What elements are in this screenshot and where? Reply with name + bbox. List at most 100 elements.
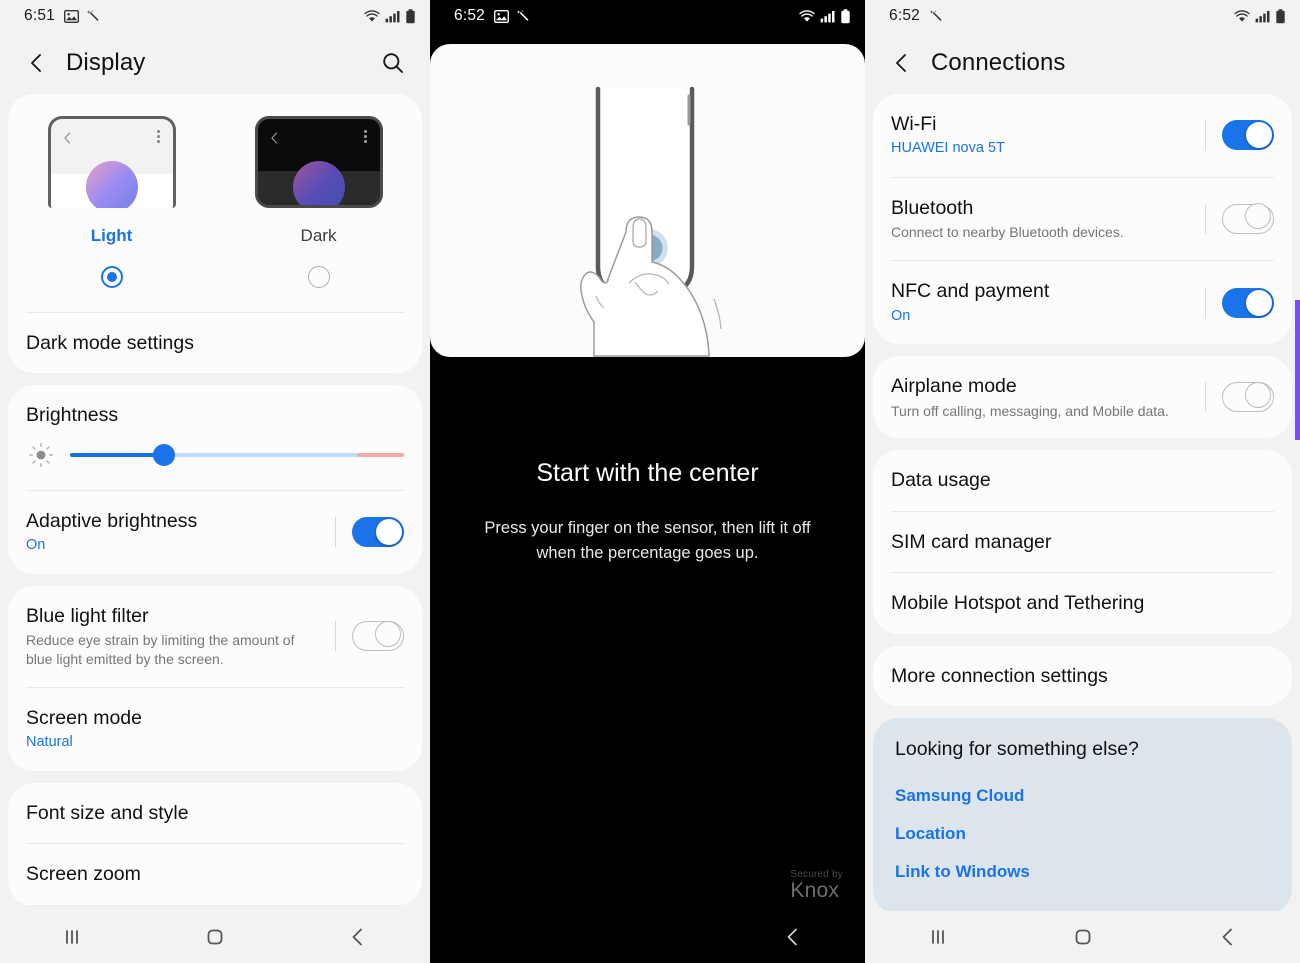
back-icon[interactable] — [1155, 926, 1300, 948]
status-time: 6:52 — [454, 7, 485, 24]
display-settings-list: Light Dark Dark mode settings Brightness… — [0, 94, 430, 963]
row-more-connection-settings[interactable]: More connection settings — [873, 646, 1292, 706]
back-icon[interactable] — [720, 926, 865, 948]
row-sub: Natural — [26, 734, 73, 751]
theme-option-light[interactable]: Light — [8, 116, 215, 288]
knox-wordmark: Knox — [790, 879, 840, 902]
row-sub: On — [26, 537, 46, 554]
nfc-toggle[interactable] — [1222, 287, 1274, 318]
row-label: Font size and style — [26, 801, 189, 824]
signal-icon — [820, 10, 835, 23]
slider-warm-zone — [357, 452, 404, 458]
theme-option-dark[interactable]: Dark — [215, 116, 422, 288]
help-link-samsung-cloud[interactable]: Samsung Cloud — [895, 777, 1270, 815]
theme-radio-dark[interactable] — [307, 266, 330, 288]
toggle-wrap — [1205, 381, 1274, 413]
recents-icon[interactable] — [865, 927, 1010, 947]
row-font-size-and-style[interactable]: Font size and style — [8, 783, 422, 843]
wifi-toggle[interactable] — [1222, 120, 1274, 151]
connections-group-1: Wi-Fi HUAWEI nova 5T Bluetooth Connect t… — [873, 94, 1292, 345]
connections-group-4: More connection settings — [873, 645, 1292, 706]
row-sub: HUAWEI nova 5T — [891, 140, 1005, 157]
navigation-bar — [430, 911, 865, 963]
status-right-icons — [799, 8, 851, 24]
brightness-title-row: Brightness — [8, 385, 422, 427]
row-bluetooth[interactable]: Bluetooth Connect to nearby Bluetooth de… — [873, 178, 1292, 260]
toggle-separator — [1205, 287, 1206, 318]
signal-icon — [385, 10, 400, 23]
row-label: More connection settings — [891, 664, 1108, 687]
row-adaptive-brightness[interactable]: Adaptive brightness On — [8, 491, 422, 574]
row-data-usage[interactable]: Data usage — [873, 450, 1292, 510]
status-left-icons — [929, 9, 944, 24]
recents-icon[interactable] — [0, 927, 143, 947]
row-nfc-and-payment[interactable]: NFC and payment On — [873, 261, 1292, 344]
home-icon[interactable] — [1010, 925, 1155, 949]
wifi-icon — [1234, 9, 1250, 23]
airplane-mode-toggle[interactable] — [1222, 381, 1274, 413]
toggle-wrap — [1205, 120, 1274, 151]
toggle-wrap — [335, 517, 404, 548]
home-icon[interactable] — [143, 925, 286, 949]
row-screen-mode[interactable]: Screen mode Natural — [8, 688, 422, 771]
row-sim-card-manager[interactable]: SIM card manager — [873, 512, 1292, 572]
row-label: Bluetooth — [891, 196, 974, 219]
status-right-icons — [1234, 8, 1286, 24]
help-link-location[interactable]: Location — [895, 815, 1270, 853]
status-right-icons — [364, 8, 416, 24]
brightness-card: Brightness Adaptive brightness On — [8, 385, 422, 574]
battery-icon — [840, 8, 851, 24]
row-label: Data usage — [891, 469, 991, 492]
toggle-wrap — [1205, 203, 1274, 235]
preview-orb — [85, 161, 138, 208]
screen-connections-settings: 6:52 Connections Wi-Fi HUAWEI nova 5T Bl… — [865, 0, 1300, 963]
theme-chooser: Light Dark — [8, 94, 422, 294]
toggle-wrap — [1205, 287, 1274, 318]
toggle-wrap — [335, 620, 404, 652]
search-icon[interactable] — [378, 48, 408, 78]
preview-orb — [292, 161, 345, 205]
signal-icon — [1255, 10, 1270, 23]
dark-theme-preview — [254, 116, 383, 208]
brightness-sun-icon — [26, 442, 56, 468]
back-icon[interactable] — [287, 926, 430, 948]
theme-radio-light[interactable] — [100, 266, 123, 288]
brightness-slider[interactable] — [70, 443, 404, 466]
row-label: Airplane mode — [891, 375, 1017, 398]
bluetooth-toggle[interactable] — [1222, 203, 1274, 235]
row-wifi[interactable]: Wi-Fi HUAWEI nova 5T — [873, 94, 1292, 177]
row-label: NFC and payment — [891, 280, 1050, 303]
connections-list: Wi-Fi HUAWEI nova 5T Bluetooth Connect t… — [865, 94, 1300, 963]
screen-display-settings: 6:51 Display Light Dark Dark mode settin… — [0, 0, 430, 963]
back-chevron-icon[interactable] — [887, 48, 917, 78]
navigation-bar — [865, 911, 1300, 963]
toggle-separator — [1205, 204, 1206, 235]
preview-overflow-icon — [364, 130, 367, 143]
screen-fingerprint-enroll: 6:52 Start with the center Press your fi… — [430, 0, 865, 963]
row-label: Dark mode settings — [26, 332, 194, 354]
slider-fill — [70, 452, 164, 458]
connections-group-3: Data usage SIM card manager Mobile Hotsp… — [873, 450, 1292, 634]
row-blue-light-filter[interactable]: Blue light filter Reduce eye strain by l… — [8, 586, 422, 687]
toggle-separator — [335, 621, 336, 652]
row-sub: Reduce eye strain by limiting the amount… — [26, 632, 295, 667]
back-chevron-icon[interactable] — [22, 48, 52, 78]
row-dark-mode-settings[interactable]: Dark mode settings — [8, 313, 422, 373]
row-label: Blue light filter — [26, 604, 149, 627]
toggle-separator — [1205, 382, 1206, 413]
row-screen-zoom[interactable]: Screen zoom — [8, 844, 422, 904]
slider-thumb[interactable] — [152, 443, 175, 466]
row-airplane-mode[interactable]: Airplane mode Turn off calling, messagin… — [873, 356, 1292, 438]
toggle-separator — [1205, 120, 1206, 151]
row-mobile-hotspot-and-tethering[interactable]: Mobile Hotspot and Tethering — [873, 573, 1292, 633]
navigation-bar — [0, 911, 430, 963]
adaptive-brightness-toggle[interactable] — [352, 517, 404, 548]
row-label: Screen mode — [26, 706, 142, 729]
knox-logo: Secured by Knox — [790, 869, 843, 903]
help-link-link-to-windows[interactable]: Link to Windows — [895, 853, 1270, 891]
divider — [26, 904, 404, 906]
blue-light-filter-toggle[interactable] — [352, 620, 404, 652]
page-title: Display — [66, 49, 146, 76]
row-sub: On — [891, 307, 911, 324]
row-sub: Connect to nearby Bluetooth devices. — [891, 224, 1124, 241]
